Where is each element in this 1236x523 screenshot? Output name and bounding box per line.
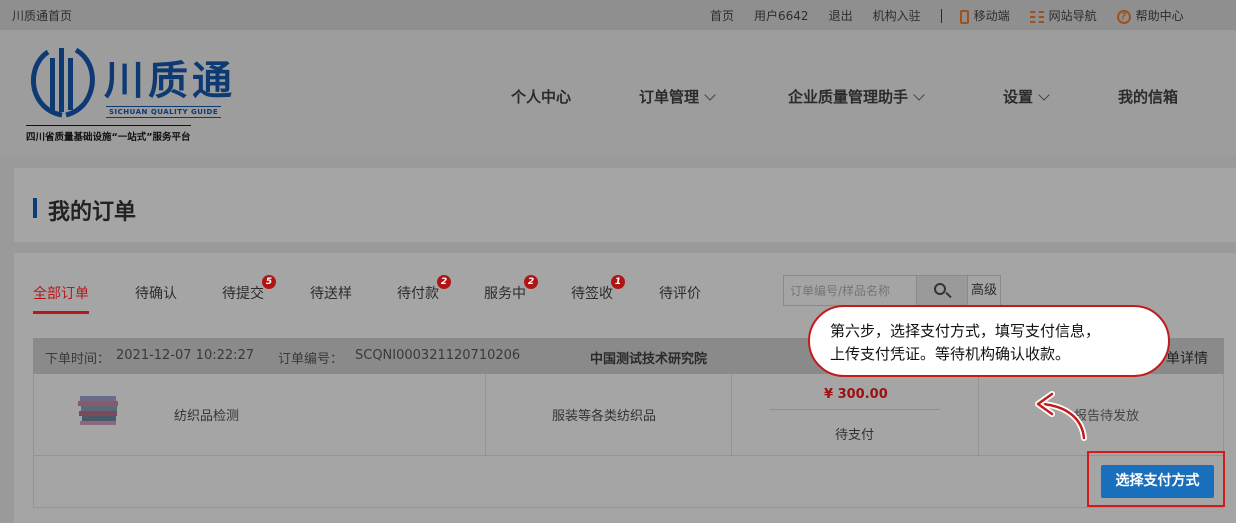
callout-line-2: 上传支付凭证。等待机构确认收款。 xyxy=(830,345,1071,363)
site-logo[interactable]: 川质通 SICHUAN QUALITY GUIDE 四川省质量基础设施“一站式”… xyxy=(26,44,236,154)
logo-english-name: SICHUAN QUALITY GUIDE xyxy=(106,106,222,118)
menu-list-icon xyxy=(1029,10,1044,23)
price-divider xyxy=(770,409,940,410)
logo-wordmark: 川质通 xyxy=(104,57,236,104)
chevron-down-icon xyxy=(704,89,716,101)
institution-join-link[interactable]: 机构入驻 xyxy=(873,7,921,24)
search-button[interactable] xyxy=(916,276,967,305)
nav-order-management-label: 订单管理 xyxy=(639,88,700,106)
count-badge: 2 xyxy=(437,275,451,289)
site-nav-link[interactable]: 网站导航 xyxy=(1029,7,1097,24)
nav-settings-label: 设置 xyxy=(1003,88,1034,106)
nav-settings[interactable]: 设置 xyxy=(1003,86,1050,107)
search-icon-handle xyxy=(945,291,952,299)
tab-all-orders[interactable]: 全部订单 xyxy=(33,283,89,303)
mobile-link[interactable]: 移动端 xyxy=(959,7,1010,24)
site-header: 川质通 SICHUAN QUALITY GUIDE 四川省质量基础设施“一站式”… xyxy=(0,30,1236,156)
payment-status: 待支付 xyxy=(835,428,875,443)
sample-category: 服装等各类纺织品 xyxy=(552,409,657,424)
tab-pending-submit-label: 待提交 xyxy=(222,286,264,302)
order-number: SCQNI000321120710206 xyxy=(355,348,521,363)
logout-link[interactable]: 退出 xyxy=(829,7,853,24)
tab-pending-submit[interactable]: 待提交 5 xyxy=(222,275,276,303)
nav-mailbox[interactable]: 我的信箱 xyxy=(1118,86,1178,107)
help-label: 帮助中心 xyxy=(1135,9,1184,23)
divider xyxy=(940,8,942,23)
tutorial-arrow-icon xyxy=(1035,391,1087,441)
count-badge: 5 xyxy=(262,275,276,289)
title-accent-bar xyxy=(33,198,37,218)
nav-quality-assistant[interactable]: 企业质量管理助手 xyxy=(788,86,925,107)
tab-pending-sample[interactable]: 待送样 xyxy=(310,283,352,303)
tutorial-callout: 第六步，选择支付方式，填写支付信息， 上传支付凭证。等待机构确认收款。 xyxy=(808,305,1170,377)
portal-home-link[interactable]: 川质通首页 xyxy=(12,7,72,24)
tab-pending-receipt[interactable]: 待签收 1 xyxy=(571,275,625,303)
user-link[interactable]: 用户6642 xyxy=(754,7,809,24)
search-icon xyxy=(934,283,946,295)
search-input[interactable] xyxy=(784,276,916,305)
order-time-label: 下单时间： xyxy=(45,352,111,367)
choose-payment-method-button[interactable]: 选择支付方式 xyxy=(1101,465,1214,498)
nav-quality-assistant-label: 企业质量管理助手 xyxy=(788,88,909,106)
order-action-row xyxy=(33,456,1224,508)
textile-thumbnail xyxy=(78,396,118,425)
active-tab-indicator xyxy=(33,311,89,314)
top-links: 首页 用户6642 退出 机构入驻 移动端 网站导航 ? 帮助中心 xyxy=(710,7,1204,24)
test-item-name: 纺织品检测 xyxy=(174,409,240,424)
callout-line-1: 第六步，选择支付方式，填写支付信息， xyxy=(830,322,1101,340)
tab-in-service[interactable]: 服务中 2 xyxy=(484,275,538,303)
mobile-phone-icon xyxy=(959,9,969,24)
count-badge: 1 xyxy=(611,275,625,289)
nav-personal-center[interactable]: 个人中心 xyxy=(511,86,571,107)
order-number-label: 订单编号： xyxy=(278,352,344,367)
order-detail-link[interactable]: 单详情 xyxy=(1166,348,1208,368)
chevron-down-icon xyxy=(1038,89,1050,101)
cell-divider xyxy=(485,374,486,456)
tab-pending-review[interactable]: 待评价 xyxy=(659,283,701,303)
top-utility-bar: 川质通首页 首页 用户6642 退出 机构入驻 移动端 网站导航 ? 帮助中心 xyxy=(0,0,1236,30)
mobile-link-label: 移动端 xyxy=(973,9,1010,23)
tab-pending-receipt-label: 待签收 xyxy=(571,286,613,302)
count-badge: 2 xyxy=(524,275,538,289)
page-title: 我的订单 xyxy=(48,200,137,225)
logo-slogan: 四川省质量基础设施“一站式”服务平台 xyxy=(26,125,191,143)
order-search: 高级 xyxy=(783,275,1001,306)
cell-divider xyxy=(978,374,979,456)
logo-emblem-icon xyxy=(30,47,95,118)
institution-name: 中国测试技术研究院 xyxy=(590,352,708,367)
nav-order-management[interactable]: 订单管理 xyxy=(639,86,716,107)
page-title-panel: 我的订单 xyxy=(14,168,1236,242)
advanced-search-button[interactable]: 高级 xyxy=(967,276,1000,305)
tab-pending-payment[interactable]: 待付款 2 xyxy=(397,275,451,303)
tab-in-service-label: 服务中 xyxy=(484,286,526,302)
cell-divider xyxy=(731,374,732,456)
site-nav-label: 网站导航 xyxy=(1048,9,1097,23)
order-time: 2021-12-07 10:22:27 xyxy=(116,348,255,363)
help-link[interactable]: ? 帮助中心 xyxy=(1116,7,1184,24)
tab-pending-confirm[interactable]: 待确认 xyxy=(135,283,177,303)
help-question-icon: ? xyxy=(1116,9,1131,24)
tab-pending-payment-label: 待付款 xyxy=(397,286,439,302)
home-link[interactable]: 首页 xyxy=(710,7,734,24)
order-price: ¥ 300.00 xyxy=(824,387,888,402)
chevron-down-icon xyxy=(913,89,925,101)
